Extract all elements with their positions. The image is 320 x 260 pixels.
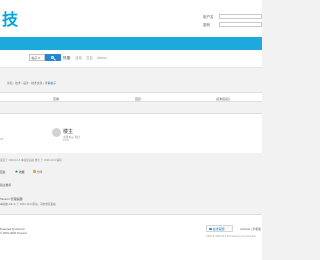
author-name[interactable]: 楼主 <box>63 128 73 135</box>
footer-links: Archiver | 手机版 <box>240 227 261 231</box>
online-service-badge[interactable]: 在线客服 <box>206 225 233 232</box>
search-bar: 帖子 ▾ 热搜: 活动 交友 discuz <box>0 50 262 68</box>
share-icon <box>33 170 36 173</box>
archiver-link[interactable]: Archiver <box>240 227 250 231</box>
search-icon <box>51 55 54 59</box>
footer-copyright: Powered by Discuz! © 2001-2020 Tencent <box>0 227 27 235</box>
search-button[interactable] <box>45 54 61 61</box>
stat-replies: 回复: <box>135 96 142 101</box>
notice-title: Tamm1 管理提醒 <box>0 197 23 201</box>
post-timestamp: 发表于 2020-10-6 本帖最后由 楼主 于 2020-10-6 编辑 <box>0 159 62 162</box>
copy-link[interactable]: [复制链接] <box>216 97 230 101</box>
breadcrumb-path[interactable]: 论坛 › 技术 › 设计 › 技术交流 › <box>7 81 44 85</box>
hot-search-label: 热搜: <box>63 56 71 60</box>
post-number: 1# <box>0 137 4 141</box>
mobile-link[interactable]: 手机版 <box>253 227 261 231</box>
author-stats: 主题 帖子 积分 0 0 0 <box>63 136 80 143</box>
moderator-note: 版主推荐 <box>0 183 12 187</box>
site-logo[interactable]: 技 <box>2 12 18 28</box>
post-divider <box>0 113 262 114</box>
favorite-action[interactable]: 收藏 <box>15 170 25 174</box>
main-navbar <box>0 37 262 50</box>
author-stats-values: 0 0 0 <box>63 139 69 143</box>
share-action[interactable]: 分享 <box>33 170 43 174</box>
password-input[interactable] <box>219 22 262 27</box>
star-icon <box>15 170 18 173</box>
site-header: 技 用户名 密码 <box>0 0 262 37</box>
hot-search-item[interactable]: 交友 <box>86 56 93 60</box>
breadcrumb-current[interactable]: 查看帖子 <box>45 81 56 85</box>
reply-action[interactable]: 回复 <box>0 170 6 174</box>
thread-stats-bar: 查看: 回复: [复制链接] <box>0 92 262 102</box>
breadcrumb: 论坛 › 技术 › 设计 › 技术交流 › 查看帖子 <box>7 81 56 85</box>
service-icon <box>209 227 212 231</box>
copyright: © 2001-2020 Tencent <box>0 231 27 235</box>
search-scope-select[interactable]: 帖子 ▾ <box>29 54 45 61</box>
hot-search-item[interactable]: 活动 <box>75 56 82 60</box>
avatar[interactable] <box>52 128 61 137</box>
notice-text: 本帖被 Admin 于 2020-10-6 移动，请勿重复发帖 <box>0 203 56 206</box>
password-label: 密码 <box>203 23 210 27</box>
hot-search-item[interactable]: discuz <box>97 56 107 60</box>
stat-views: 查看: <box>53 96 60 101</box>
username-input[interactable] <box>219 14 262 19</box>
footer-info: GMT+8, 2020-10-6 Processed in 0.0 second… <box>206 235 256 238</box>
post-container <box>0 113 262 153</box>
hot-search-links: 活动 交友 discuz <box>75 56 110 61</box>
username-label: 用户名 <box>203 15 214 19</box>
